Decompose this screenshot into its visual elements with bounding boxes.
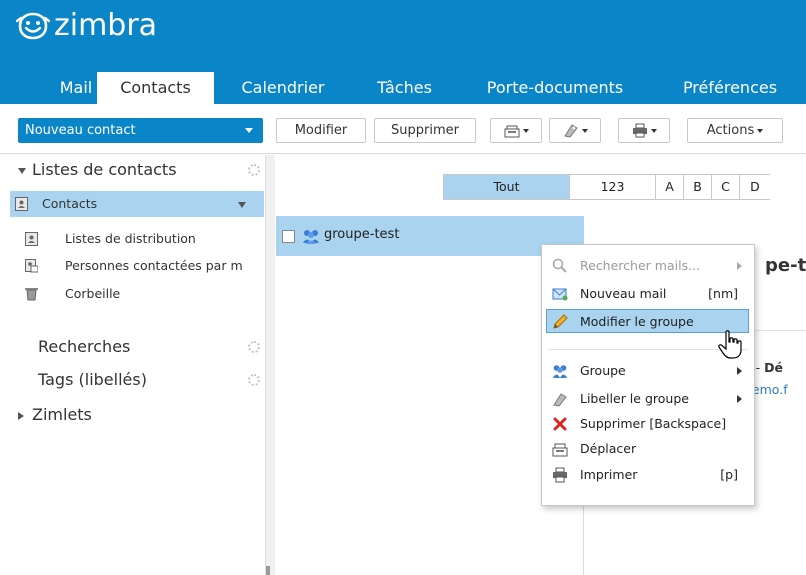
sidebar-item-label: Contacts [42, 196, 98, 211]
delete-x-icon [553, 417, 567, 431]
contact-name: groupe-test [324, 227, 400, 242]
tags-header[interactable]: Tags (libellés) [38, 368, 147, 392]
new-mail-icon [552, 288, 568, 301]
gear-icon[interactable] [248, 164, 260, 176]
tab-briefcase[interactable]: Porte-documents [470, 71, 640, 104]
zimlets-header[interactable]: Zimlets [18, 403, 92, 427]
sidebar-item-trash[interactable]: Corbeille [0, 281, 265, 307]
gear-icon[interactable] [248, 341, 260, 353]
app-header: zimbra Mail Contacts Calendrier Tâches P… [0, 0, 806, 104]
menu-item-tag-group[interactable]: Libeller le groupe [542, 387, 754, 411]
trash-icon [25, 288, 38, 301]
menu-item-group[interactable]: Groupe [542, 359, 754, 383]
tab-tasks[interactable]: Tâches [367, 71, 442, 104]
hand-cursor-icon [718, 330, 742, 359]
menu-item-search-mails[interactable]: Rechercher mails... [542, 254, 754, 278]
chevron-down-icon[interactable] [238, 202, 246, 208]
collapse-icon[interactable] [18, 167, 26, 174]
delete-button[interactable]: Supprimer [374, 118, 476, 143]
logo-text: zimbra [54, 8, 158, 43]
actions-label: Actions [706, 123, 755, 138]
search-icon [552, 258, 567, 273]
alphabet-bar: Tout 123 A B C D [443, 174, 770, 200]
edit-button[interactable]: Modifier [276, 118, 366, 143]
menu-item-print[interactable]: Imprimer [p] [542, 463, 754, 487]
alpha-d[interactable]: D [740, 175, 770, 199]
alpha-c[interactable]: C [712, 175, 740, 199]
sidebar-item-label: Listes de distribution [65, 231, 196, 246]
splitter-handle[interactable] [266, 566, 270, 575]
chevron-right-icon [737, 367, 742, 375]
address-book-emailed-icon [25, 259, 38, 273]
sidebar-item-label: Corbeille [65, 286, 121, 301]
menu-item-delete[interactable]: Supprimer [Backspace] [542, 412, 754, 436]
tag-button[interactable] [549, 118, 601, 143]
context-menu: Rechercher mails... Nouveau mail [nm] Mo… [541, 244, 755, 506]
printer-icon [632, 123, 647, 138]
chevron-down-icon [650, 128, 657, 133]
new-contact-button[interactable]: Nouveau contact [18, 118, 263, 143]
searches-header[interactable]: Recherches [38, 335, 130, 359]
move-icon [504, 125, 519, 138]
sidebar-item-emailed-contacts[interactable]: Personnes contactées par m [0, 253, 265, 279]
print-button[interactable] [618, 118, 670, 143]
chevron-down-icon [581, 128, 588, 133]
gear-icon[interactable] [248, 374, 260, 386]
row-checkbox[interactable] [282, 230, 295, 243]
move-icon [552, 443, 568, 457]
contacts-list: groupe-test [276, 216, 584, 575]
tag-icon [553, 393, 567, 407]
sidebar-item-distribution-lists[interactable]: Listes de distribution [0, 226, 265, 252]
tag-icon [563, 124, 578, 138]
tab-contacts[interactable]: Contacts [97, 72, 214, 104]
alpha-a[interactable]: A [656, 175, 684, 199]
address-book-icon [15, 197, 28, 211]
sidebar-splitter[interactable] [265, 155, 275, 575]
pencil-icon [553, 314, 568, 329]
chevron-down-icon [757, 128, 764, 133]
move-button[interactable] [490, 118, 542, 143]
zimbra-smile-icon [16, 12, 50, 40]
alpha-b[interactable]: B [684, 175, 712, 199]
chevron-right-icon [737, 395, 742, 403]
menu-item-new-mail[interactable]: Nouveau mail [nm] [542, 282, 754, 306]
list-item[interactable]: groupe-test [276, 216, 584, 256]
chevron-down-icon[interactable] [245, 128, 253, 133]
contact-lists-header[interactable]: Listes de contacts [18, 158, 177, 182]
address-book-icon [25, 232, 38, 246]
printer-icon [553, 467, 567, 483]
chevron-down-icon [522, 128, 529, 133]
sidebar-item-contacts[interactable]: Contacts [10, 191, 264, 217]
main-tabs: Mail Contacts Calendrier Tâches Porte-do… [0, 71, 806, 104]
new-contact-label: Nouveau contact [25, 123, 136, 138]
alpha-123[interactable]: 123 [570, 175, 656, 199]
alpha-all[interactable]: Tout [444, 175, 570, 199]
toolbar: Nouveau contact Modifier Supprimer Actio… [0, 104, 806, 154]
sidebar: Listes de contacts Contacts Listes de di… [0, 155, 265, 575]
group-icon [303, 230, 319, 244]
group-icon [553, 365, 567, 378]
zimbra-logo[interactable]: zimbra [16, 8, 157, 44]
expand-icon[interactable] [18, 411, 24, 420]
menu-item-move[interactable]: Déplacer [542, 437, 754, 461]
tab-preferences[interactable]: Préférences [670, 71, 790, 104]
sidebar-item-label: Personnes contactées par m [65, 258, 243, 273]
tab-calendar[interactable]: Calendrier [228, 71, 338, 104]
chevron-right-icon [737, 262, 742, 270]
actions-button[interactable]: Actions [687, 118, 783, 143]
